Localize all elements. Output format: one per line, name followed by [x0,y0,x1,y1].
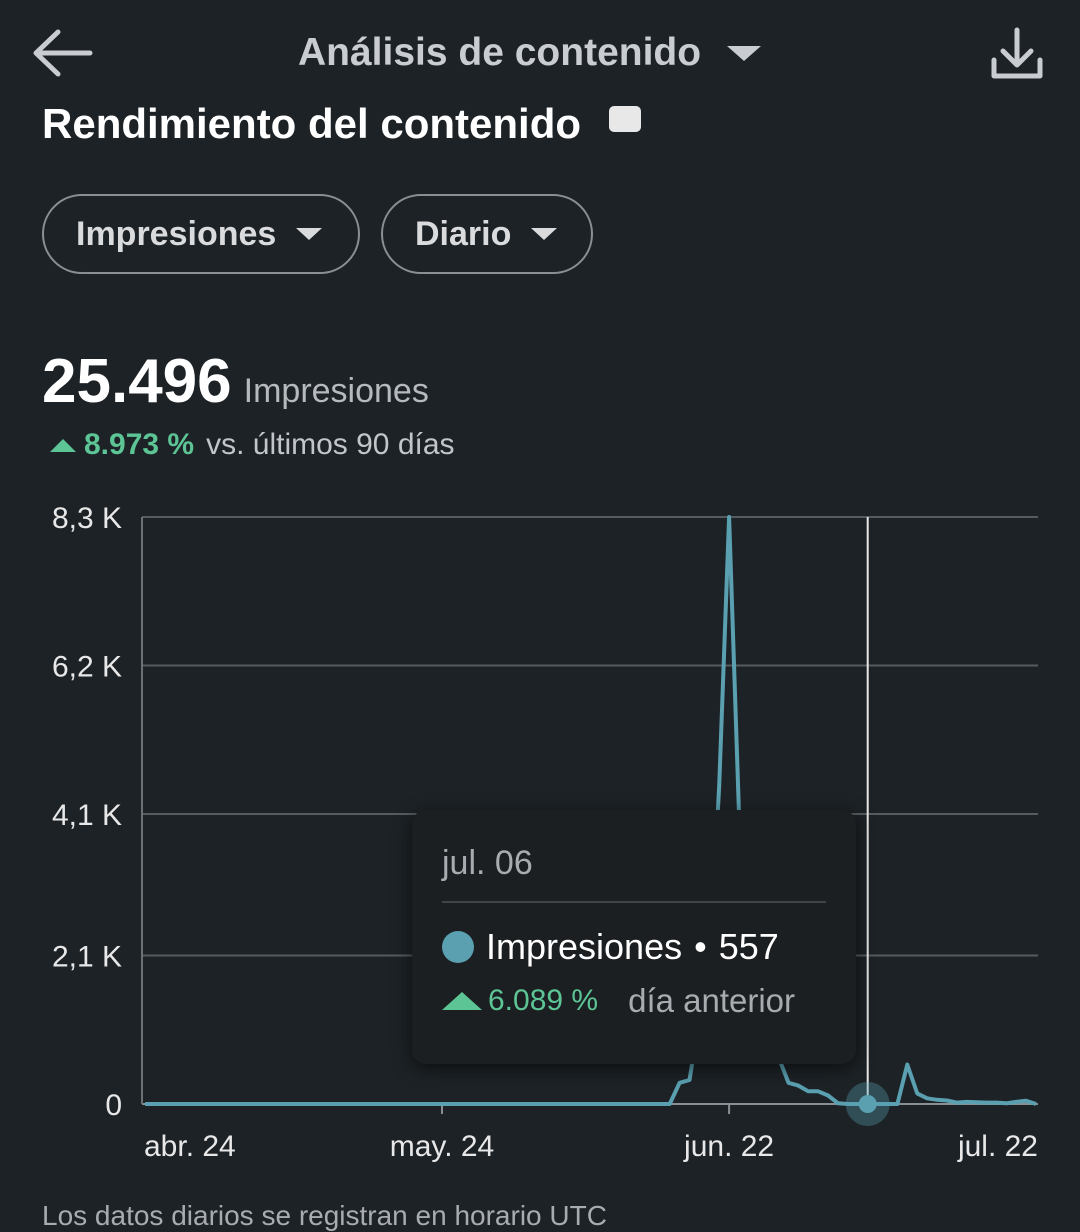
series-dot-icon [442,931,474,963]
tooltip-divider [442,901,826,903]
download-button[interactable] [986,24,1048,86]
top-app-bar: Análisis de contenido [0,0,1080,105]
page-title: Análisis de contenido [298,31,702,74]
selected-point[interactable] [858,1095,877,1113]
metric-summary: 25.496 Impresiones [42,346,429,417]
info-icon[interactable] [609,105,642,132]
download-icon [991,27,1043,79]
caret-down-icon [727,45,762,61]
x-tick-label: jun. 22 [683,1130,774,1163]
tooltip-change-percent: 6.089 % [488,984,599,1017]
tooltip-date: jul. 06 [442,844,533,882]
metric-total: 25.496 [42,347,232,416]
change-percent: 8.973 % [84,428,195,461]
chart-tooltip: jul. 06 Impresiones • 557 6.089 % día an… [412,810,856,1064]
tooltip-series: Impresiones • 557 [442,926,779,968]
period-dropdown[interactable]: Diario [381,194,593,274]
y-tick-label: 6,2 K [52,651,122,684]
trend-up-icon [442,992,482,1010]
trend-up-icon [50,438,76,452]
x-tick-label: jul. 22 [957,1130,1038,1163]
section-title: Rendimiento del contenido [42,96,642,140]
back-button[interactable] [28,24,96,82]
tooltip-series-name: Impresiones [486,926,683,967]
tooltip-value: 557 [718,926,779,967]
section-title-text: Rendimiento del contenido [42,100,582,140]
y-tick-label: 0 [105,1089,122,1122]
metric-dropdown-label: Impresiones [76,214,277,253]
y-tick-label: 2,1 K [52,940,122,973]
arrow-left-icon [33,29,93,77]
caret-down-icon [296,228,323,240]
metric-dropdown[interactable]: Impresiones [42,194,360,274]
y-tick-label: 8,3 K [52,502,122,535]
tooltip-separator: • [694,926,707,967]
caret-down-icon [531,228,558,240]
tooltip-change: 6.089 % día anterior [442,982,795,1020]
page-title-dropdown[interactable]: Análisis de contenido [298,24,762,82]
period-dropdown-label: Diario [415,214,512,253]
change-comparison: vs. últimos 90 días [206,428,455,461]
tooltip-change-label: día anterior [628,982,796,1019]
y-tick-label: 4,1 K [52,799,122,832]
metric-change: 8.973 % vs. últimos 90 días [50,428,455,462]
x-tick-label: abr. 24 [144,1130,236,1163]
metric-unit: Impresiones [243,372,429,410]
x-tick-label: may. 24 [390,1130,495,1163]
footnote: Los datos diarios se registran en horari… [42,1200,607,1231]
